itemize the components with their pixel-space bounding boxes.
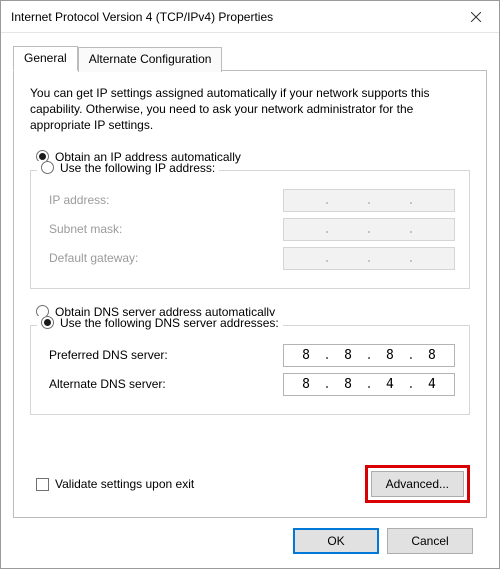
titlebar: Internet Protocol Version 4 (TCP/IPv4) P… bbox=[1, 1, 499, 33]
input-ip-address: ... bbox=[283, 189, 455, 212]
label-default-gateway: Default gateway: bbox=[49, 251, 283, 265]
close-icon bbox=[471, 12, 481, 22]
radio-icon bbox=[41, 161, 54, 174]
close-button[interactable] bbox=[453, 1, 499, 32]
octet: 8 bbox=[294, 348, 318, 363]
cancel-button[interactable]: Cancel bbox=[387, 528, 473, 554]
radio-icon bbox=[41, 316, 54, 329]
tab-alternate-configuration[interactable]: Alternate Configuration bbox=[78, 47, 223, 72]
tab-panel-general: You can get IP settings assigned automat… bbox=[13, 70, 487, 518]
group-manual-ip: Use the following IP address: IP address… bbox=[30, 170, 470, 289]
octet: 4 bbox=[378, 377, 402, 392]
window-title: Internet Protocol Version 4 (TCP/IPv4) P… bbox=[11, 10, 453, 24]
highlight-box: Advanced... bbox=[365, 465, 470, 503]
octet: 8 bbox=[420, 348, 444, 363]
input-subnet-mask: ... bbox=[283, 218, 455, 241]
tabstrip: General Alternate Configuration bbox=[13, 45, 487, 70]
panel-bottom-row: Validate settings upon exit Advanced... bbox=[30, 465, 470, 503]
checkbox-label: Validate settings upon exit bbox=[55, 477, 194, 491]
group-manual-dns: Use the following DNS server addresses: … bbox=[30, 325, 470, 415]
dialog-window: Internet Protocol Version 4 (TCP/IPv4) P… bbox=[0, 0, 500, 569]
octet: 8 bbox=[336, 348, 360, 363]
input-preferred-dns[interactable]: 8. 8. 8. 8 bbox=[283, 344, 455, 367]
input-alternate-dns[interactable]: 8. 8. 4. 4 bbox=[283, 373, 455, 396]
label-ip-address: IP address: bbox=[49, 193, 283, 207]
ok-button[interactable]: OK bbox=[293, 528, 379, 554]
label-subnet-mask: Subnet mask: bbox=[49, 222, 283, 236]
octet: 8 bbox=[378, 348, 402, 363]
radio-use-dns-manual[interactable]: Use the following DNS server addresses: bbox=[37, 316, 283, 330]
octet: 8 bbox=[336, 377, 360, 392]
label-alternate-dns: Alternate DNS server: bbox=[49, 377, 283, 391]
checkbox-icon bbox=[36, 478, 49, 491]
radio-label: Use the following IP address: bbox=[60, 161, 215, 175]
octet: 8 bbox=[294, 377, 318, 392]
input-default-gateway: ... bbox=[283, 247, 455, 270]
tab-general[interactable]: General bbox=[13, 46, 78, 71]
radio-use-ip-manual[interactable]: Use the following IP address: bbox=[37, 161, 219, 175]
label-preferred-dns: Preferred DNS server: bbox=[49, 348, 283, 362]
advanced-button[interactable]: Advanced... bbox=[371, 471, 464, 497]
radio-label: Use the following DNS server addresses: bbox=[60, 316, 279, 330]
octet: 4 bbox=[420, 377, 444, 392]
dialog-body: General Alternate Configuration You can … bbox=[1, 33, 499, 568]
dialog-footer: OK Cancel bbox=[13, 518, 487, 554]
intro-text: You can get IP settings assigned automat… bbox=[30, 85, 470, 134]
checkbox-validate-on-exit[interactable]: Validate settings upon exit bbox=[36, 477, 194, 491]
